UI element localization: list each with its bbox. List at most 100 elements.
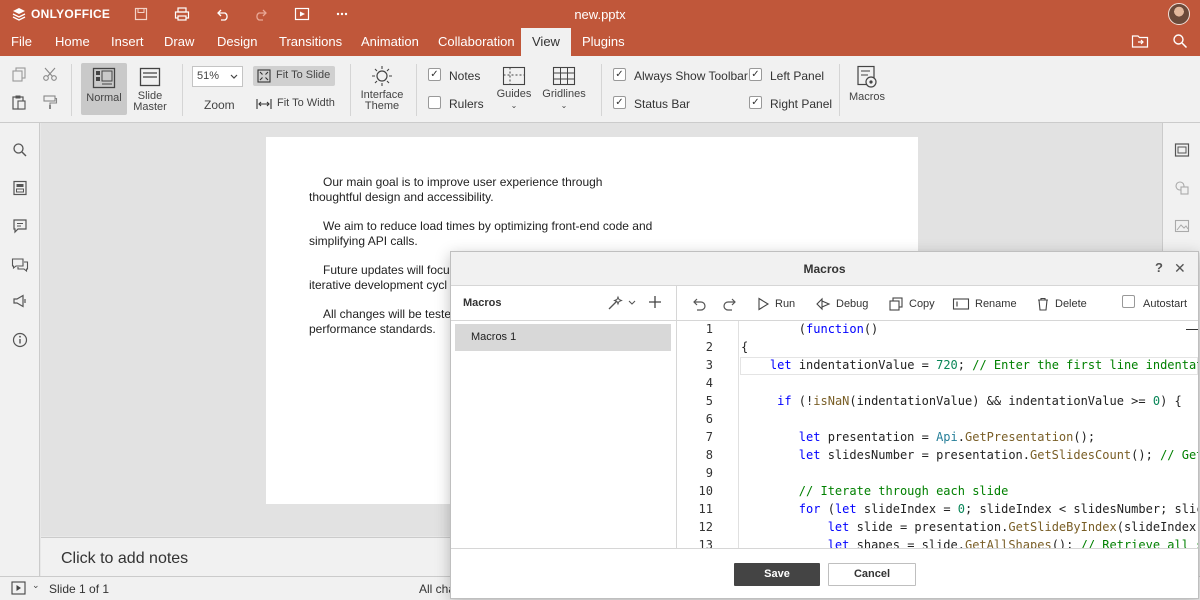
autostart-label: Autostart xyxy=(1143,298,1188,310)
gridlines-button[interactable]: Gridlines ⌄ xyxy=(540,63,588,115)
guides-button[interactable]: Guides ⌄ xyxy=(492,63,536,115)
autostart-checkbox[interactable] xyxy=(1122,295,1135,308)
copy-icon[interactable] xyxy=(10,66,28,84)
tab-transitions[interactable]: Transitions xyxy=(268,28,353,56)
chat-icon[interactable] xyxy=(10,257,30,277)
tab-draw[interactable]: Draw xyxy=(153,28,205,56)
print-icon[interactable] xyxy=(171,4,193,24)
toolbar-separator xyxy=(416,64,417,116)
line-number: 10 xyxy=(698,484,713,498)
slide-master-button[interactable]: Slide Master xyxy=(128,63,172,115)
slide-counter: Slide 1 of 1 xyxy=(49,582,110,596)
undo-icon[interactable] xyxy=(691,296,707,312)
close-icon[interactable]: ✕ xyxy=(1174,260,1186,277)
slide-paragraph[interactable]: Our main goal is to improve user experie… xyxy=(309,175,689,205)
menu-bar: File Home Insert Draw Design Transitions… xyxy=(0,28,1200,56)
slideshow-icon[interactable] xyxy=(11,581,27,595)
dialog-title: Macros xyxy=(803,262,846,276)
start-slideshow-icon[interactable] xyxy=(291,4,313,24)
tab-view[interactable]: View xyxy=(521,28,571,56)
toolbar-separator xyxy=(839,64,840,116)
left-panel-checkbox[interactable]: ✓ xyxy=(749,68,762,81)
tab-plugins[interactable]: Plugins xyxy=(571,28,636,56)
line-number: 11 xyxy=(698,502,713,516)
chevron-down-icon xyxy=(230,74,238,79)
always-show-toolbar-checkbox[interactable]: ✓ xyxy=(613,68,626,81)
notes-checkbox[interactable]: ✓ xyxy=(428,68,441,81)
copy-style-icon[interactable] xyxy=(41,94,59,112)
zoom-label: Zoom xyxy=(204,98,235,112)
dialog-header: Macros ? ✕ xyxy=(451,252,1198,286)
open-location-icon[interactable] xyxy=(1130,33,1150,51)
cut-icon[interactable] xyxy=(41,66,59,84)
toolbar-separator xyxy=(182,64,183,116)
macros-toolbar-button[interactable]: Macros xyxy=(845,63,889,115)
macros-dialog: Macros ? ✕ Macros Run Debug Copy Rename … xyxy=(450,251,1199,599)
code-line: let presentation = Api.GetPresentation()… xyxy=(798,430,1096,444)
line-number: 3 xyxy=(705,358,713,372)
interface-theme-button[interactable]: Interface Theme xyxy=(358,63,406,115)
tab-home[interactable]: Home xyxy=(44,28,101,56)
info-icon[interactable] xyxy=(10,332,30,352)
user-avatar[interactable] xyxy=(1168,3,1190,25)
macro-list-item[interactable]: Macros 1 xyxy=(455,324,671,351)
minimap-marker xyxy=(1186,329,1198,330)
image-settings-icon[interactable] xyxy=(1172,218,1192,238)
paste-icon[interactable] xyxy=(10,94,28,112)
right-panel-checkbox[interactable]: ✓ xyxy=(749,96,762,109)
save-button[interactable]: Save xyxy=(734,563,820,586)
slide-master-label: Slide Master xyxy=(133,90,167,113)
rename-icon xyxy=(952,298,970,310)
status-bar-checkbox[interactable]: ✓ xyxy=(613,96,626,109)
code-editor[interactable]: 1 2 3 4 5 6 7 8 9 10 11 12 13 (function(… xyxy=(677,321,1198,548)
copy-button[interactable]: Copy xyxy=(888,296,935,312)
slides-thumbnails-icon[interactable] xyxy=(10,180,30,200)
tab-insert[interactable]: Insert xyxy=(100,28,155,56)
help-icon[interactable]: ? xyxy=(1155,260,1163,275)
normal-view-button[interactable]: Normal xyxy=(81,63,127,115)
cancel-button[interactable]: Cancel xyxy=(828,563,916,586)
dialog-footer: Save Cancel xyxy=(451,548,1198,598)
line-number: 1 xyxy=(705,322,713,336)
fit-to-slide-icon xyxy=(257,69,271,83)
code-line: { xyxy=(741,340,749,354)
undo-icon[interactable] xyxy=(212,4,234,24)
rename-button[interactable]: Rename xyxy=(952,296,1017,312)
search-icon[interactable] xyxy=(1170,33,1190,51)
fit-to-slide-label: Fit To Slide xyxy=(276,69,331,81)
comments-icon[interactable] xyxy=(10,218,30,238)
delete-button[interactable]: Delete xyxy=(1036,296,1087,312)
copy-label: Copy xyxy=(909,298,935,310)
redo-icon[interactable] xyxy=(722,296,738,312)
run-button[interactable]: Run xyxy=(756,296,795,312)
save-icon[interactable] xyxy=(130,4,152,24)
guides-label: Guides xyxy=(496,88,532,100)
app-logo: ONLYOFFICE xyxy=(12,7,110,21)
tab-animation[interactable]: Animation xyxy=(350,28,430,56)
more-icon[interactable] xyxy=(331,4,353,24)
redo-icon[interactable] xyxy=(250,4,272,24)
toolbar-separator xyxy=(71,64,72,116)
ai-macro-icon[interactable] xyxy=(607,295,637,311)
tab-file[interactable]: File xyxy=(0,28,43,56)
shape-settings-icon[interactable] xyxy=(1172,180,1192,200)
fit-to-width-button[interactable]: Fit To Width xyxy=(253,94,339,114)
tab-design[interactable]: Design xyxy=(206,28,268,56)
debug-button[interactable]: Debug xyxy=(815,296,868,312)
code-line: let slidesNumber = presentation.GetSlide… xyxy=(798,448,1198,462)
slide-settings-icon[interactable] xyxy=(1172,142,1192,162)
search-icon[interactable] xyxy=(10,142,30,162)
notes-placeholder: Click to add notes xyxy=(61,550,189,567)
chevron-down-icon[interactable]: ⌄ xyxy=(32,580,40,591)
rulers-checkbox[interactable] xyxy=(428,96,441,109)
line-number: 2 xyxy=(705,340,713,354)
slide-paragraph[interactable]: We aim to reduce load times by optimizin… xyxy=(309,219,689,249)
right-panel-rail xyxy=(1162,123,1200,253)
fit-to-slide-button[interactable]: Fit To Slide xyxy=(253,66,335,86)
tab-collaboration[interactable]: Collaboration xyxy=(427,28,526,56)
add-macro-icon[interactable] xyxy=(647,294,663,310)
copy-icon xyxy=(889,297,903,311)
fit-to-width-label: Fit To Width xyxy=(277,97,335,109)
zoom-select[interactable]: 51% xyxy=(192,66,243,87)
announcement-icon[interactable] xyxy=(10,293,30,313)
